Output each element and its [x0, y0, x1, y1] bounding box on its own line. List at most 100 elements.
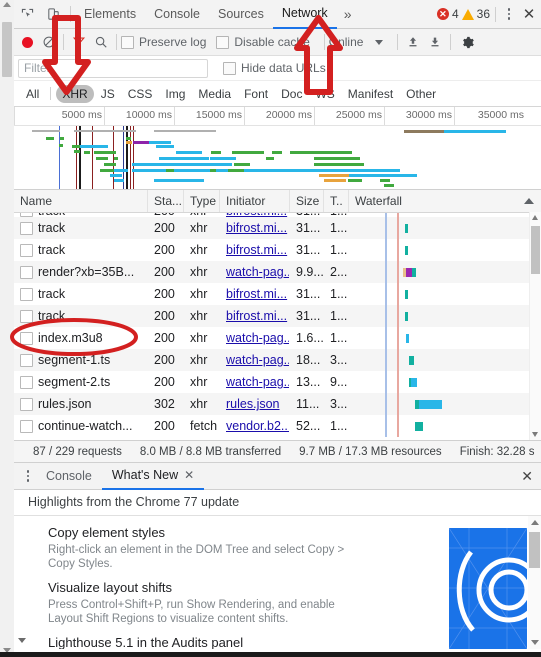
type-filter-font[interactable]: Font: [238, 85, 274, 103]
type-filter-media[interactable]: Media: [192, 85, 237, 103]
column-header-type[interactable]: Type: [184, 190, 220, 212]
type-filter-js[interactable]: JS: [95, 85, 121, 103]
column-header-time[interactable]: T..: [324, 190, 349, 212]
overview-bar: [324, 179, 346, 182]
type-filter-row: All XHR JS CSS Img Media Font Doc WS Man…: [14, 81, 541, 107]
type-filter-css[interactable]: CSS: [122, 85, 159, 103]
network-overview[interactable]: 5000 ms 10000 ms 15000 ms 20000 ms 25000…: [14, 107, 541, 190]
throttling-select[interactable]: Online: [329, 35, 364, 49]
drawer-tab-whats-new[interactable]: What's New ✕: [101, 463, 205, 490]
hide-data-urls-checkbox[interactable]: Hide data URLs: [223, 61, 326, 75]
column-header-waterfall[interactable]: Waterfall: [349, 190, 541, 212]
gear-icon[interactable]: [455, 35, 479, 50]
row-initiator[interactable]: rules.json: [226, 397, 280, 411]
row-initiator[interactable]: watch-pag...: [226, 331, 289, 345]
chevron-down-icon[interactable]: [18, 638, 26, 643]
row-checkbox[interactable]: [20, 419, 33, 433]
row-size: 31...: [296, 221, 321, 235]
drawer-tab-console[interactable]: Console: [36, 464, 102, 489]
type-filter-img[interactable]: Img: [159, 85, 191, 103]
clear-icon[interactable]: [39, 32, 59, 52]
row-initiator[interactable]: bifrost.mi...: [226, 287, 287, 301]
row-initiator[interactable]: bifrost.mi...: [226, 309, 287, 323]
table-row-index-m3u8[interactable]: index.m3u8 200 xhr watch-pag... 1.6... 1…: [14, 327, 541, 349]
filter-input[interactable]: [18, 58, 208, 78]
scrollbar-thumb[interactable]: [2, 22, 12, 77]
type-filter-ws[interactable]: WS: [309, 85, 340, 103]
overview-bar: [46, 137, 54, 140]
column-header-initiator[interactable]: Initiator: [220, 190, 290, 212]
row-checkbox[interactable]: [20, 397, 33, 411]
issue-counters[interactable]: ✕ 4 36: [436, 7, 490, 21]
table-scrollbar[interactable]: [529, 212, 541, 440]
scroll-down-icon[interactable]: [532, 432, 538, 437]
overview-bar: [234, 163, 250, 166]
table-row[interactable]: rules.json 302 xhr rules.json 11... 3...: [14, 393, 541, 415]
search-icon[interactable]: [90, 35, 112, 49]
row-initiator[interactable]: watch-pag...: [226, 265, 289, 279]
scroll-up-icon[interactable]: [532, 215, 538, 220]
scrollbar-thumb[interactable]: [531, 226, 540, 274]
table-row[interactable]: track 200 xhr bifrost.mi... 31... 1...: [14, 239, 541, 261]
inspect-element-icon[interactable]: [14, 1, 40, 27]
tab-network[interactable]: Network: [272, 0, 337, 29]
table-row[interactable]: continue-watch... 200 fetch vendor.b2...…: [14, 415, 541, 437]
device-toolbar-icon[interactable]: [40, 1, 66, 27]
dom-content-loaded-line: [385, 371, 387, 393]
row-checkbox[interactable]: [20, 221, 33, 235]
whats-new-scrollbar[interactable]: [528, 516, 541, 649]
row-initiator[interactable]: watch-pag...: [226, 353, 289, 367]
close-icon[interactable]: ✕: [184, 463, 194, 488]
scroll-up-icon[interactable]: [3, 2, 11, 7]
preserve-log-checkbox[interactable]: Preserve log: [121, 35, 206, 49]
table-row[interactable]: segment-2.ts 200 xhr watch-pag... 13... …: [14, 371, 541, 393]
scroll-down-icon[interactable]: [530, 640, 539, 645]
record-button[interactable]: [22, 36, 33, 48]
scroll-up-icon[interactable]: [530, 520, 539, 525]
row-checkbox[interactable]: [20, 375, 33, 389]
more-tabs-icon[interactable]: »: [337, 1, 359, 28]
close-drawer-icon[interactable]: ✕: [521, 468, 533, 485]
table-row[interactable]: segment-1.ts 200 xhr watch-pag... 18... …: [14, 349, 541, 371]
filter-icon[interactable]: [68, 35, 90, 49]
import-har-icon[interactable]: [402, 35, 424, 49]
export-har-icon[interactable]: [424, 35, 446, 49]
table-row[interactable]: track 200 xhr bifrost.mi... 31... 1...: [14, 283, 541, 305]
tab-elements[interactable]: Elements: [75, 1, 145, 28]
close-devtools-icon[interactable]: ✕: [517, 5, 541, 23]
sort-ascending-icon[interactable]: [524, 198, 534, 204]
row-checkbox[interactable]: [20, 265, 33, 279]
table-row[interactable]: track 200 xhr bifrost.mi... 31... 1...: [14, 305, 541, 327]
tab-console[interactable]: Console: [145, 1, 209, 28]
dom-content-loaded-line: [385, 217, 387, 239]
row-initiator[interactable]: bifrost.mi...: [226, 243, 287, 257]
row-time: 2...: [330, 265, 348, 279]
column-header-status[interactable]: Sta...: [148, 190, 184, 212]
row-checkbox[interactable]: [20, 287, 33, 301]
drawer-menu-icon[interactable]: [20, 470, 36, 482]
chevron-down-icon[interactable]: [375, 39, 384, 45]
row-checkbox[interactable]: [20, 309, 33, 323]
row-initiator[interactable]: watch-pag...: [226, 375, 289, 389]
row-checkbox[interactable]: [20, 243, 33, 257]
type-filter-manifest[interactable]: Manifest: [342, 85, 399, 103]
tab-sources[interactable]: Sources: [209, 1, 273, 28]
toolbar-divider-4: [323, 34, 325, 50]
type-filter-xhr[interactable]: XHR: [56, 84, 94, 103]
table-row[interactable]: track 200 xhr bifrost.mi... 31... 1...: [14, 217, 541, 239]
dom-content-loaded-line: [385, 327, 387, 349]
row-checkbox[interactable]: [20, 331, 33, 345]
column-header-size[interactable]: Size: [290, 190, 324, 212]
type-filter-doc[interactable]: Doc: [275, 85, 308, 103]
type-filter-other[interactable]: Other: [400, 85, 442, 103]
row-checkbox[interactable]: [20, 353, 33, 367]
row-initiator[interactable]: vendor.b2...: [226, 419, 289, 433]
disable-cache-checkbox[interactable]: Disable cache: [216, 35, 310, 49]
type-filter-all[interactable]: All: [20, 85, 45, 103]
column-header-name[interactable]: Name: [14, 190, 148, 212]
customize-devtools-icon[interactable]: [501, 8, 517, 20]
row-initiator[interactable]: bifrost.mi...: [226, 221, 287, 235]
scrollbar-thumb[interactable]: [529, 532, 540, 568]
table-row[interactable]: render?xb=35B... 200 xhr watch-pag... 9.…: [14, 261, 541, 283]
window-scrollbar[interactable]: [0, 0, 15, 657]
